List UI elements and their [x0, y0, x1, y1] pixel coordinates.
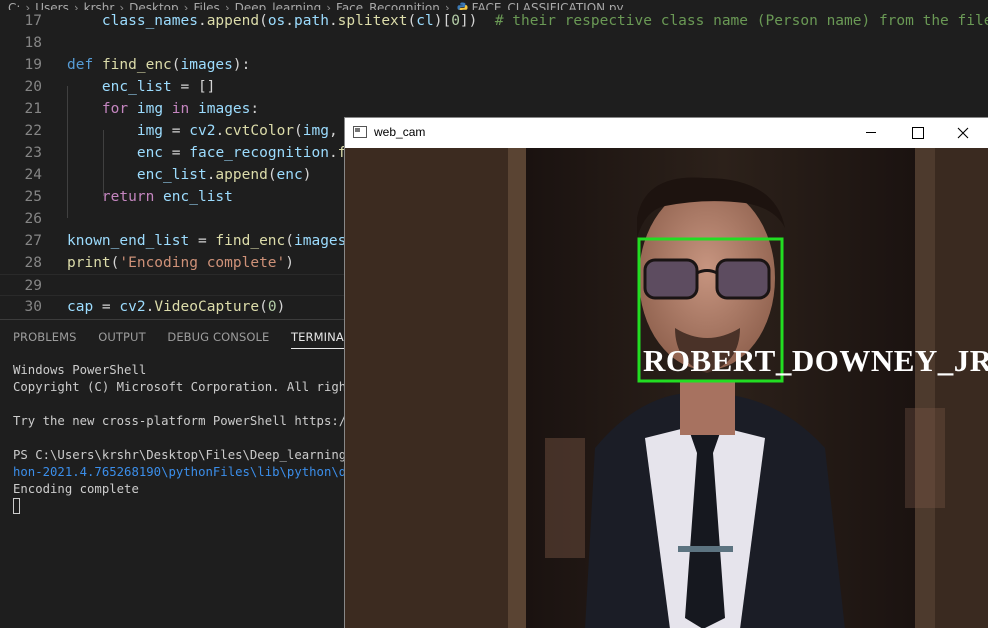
- tab-problems[interactable]: PROBLEMS: [13, 330, 77, 344]
- close-button[interactable]: [940, 118, 986, 148]
- tab-output[interactable]: OUTPUT: [98, 330, 145, 344]
- tab-terminal[interactable]: TERMINAL: [291, 330, 351, 349]
- minimize-button[interactable]: [848, 118, 894, 148]
- webcam-video-frame: ROBERT_DOWNEY_JR: [345, 148, 988, 628]
- window-titlebar[interactable]: web_cam: [345, 118, 988, 148]
- face-label: ROBERT_DOWNEY_JR: [643, 343, 988, 378]
- code-line: 18: [24, 35, 42, 51]
- terminal-cursor: [13, 498, 20, 514]
- code-line: 17 class_names.append(os.path.splitext(c…: [24, 13, 988, 29]
- window-title: web_cam: [374, 125, 426, 139]
- code-line: 20 enc_list = []: [24, 79, 216, 95]
- panel-tabs: PROBLEMS OUTPUT DEBUG CONSOLE TERMINAL: [13, 330, 368, 352]
- maximize-button[interactable]: [894, 118, 940, 148]
- camera-image: [345, 148, 988, 628]
- code-line: 19 def find_enc(images):: [24, 57, 251, 73]
- webcam-window[interactable]: web_cam ROBERT_DOWNEY_JR: [344, 117, 988, 628]
- window-app-icon: [353, 126, 367, 138]
- tab-debug-console[interactable]: DEBUG CONSOLE: [167, 330, 269, 344]
- close-icon: [957, 127, 969, 139]
